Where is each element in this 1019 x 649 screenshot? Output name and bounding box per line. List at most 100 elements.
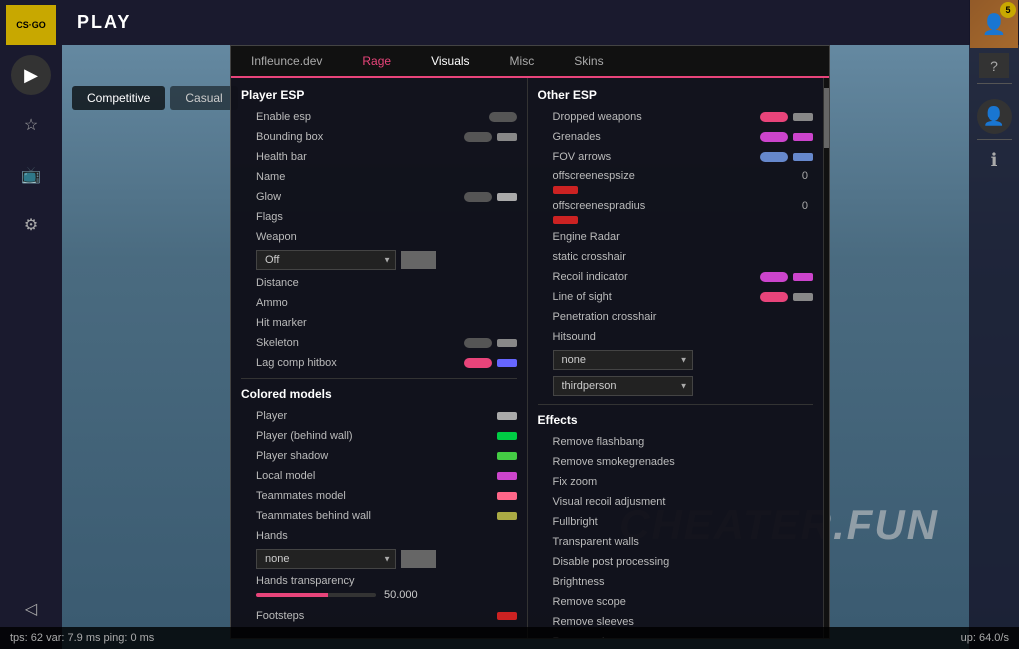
weapon-dropdown[interactable]: Off On [256,250,396,270]
grenades-toggle[interactable] [760,132,788,142]
name-label: Name [241,171,517,183]
player-color-swatch[interactable] [497,412,517,420]
footsteps-color[interactable] [497,612,517,620]
hands-transparency-slider[interactable] [256,593,376,597]
thirdperson-dropdown[interactable]: thirdperson On [553,376,693,396]
footsteps-label: Footsteps [241,610,492,622]
hitsound-dropdown-row: none 1 2 3 [538,350,814,370]
bounding-box-color[interactable] [497,133,517,141]
user-profile-button[interactable]: 👤 [977,99,1012,134]
setting-static-crosshair: static crosshair [538,250,814,264]
setting-line-of-sight: Line of sight [538,290,814,304]
scrollbar[interactable] [824,78,829,638]
dropped-weapons-toggle[interactable] [760,112,788,122]
skeleton-toggle[interactable] [464,338,492,348]
enable-esp-toggle[interactable] [489,112,517,122]
setting-enable-esp: Enable esp [241,110,517,124]
glow-color[interactable] [497,193,517,201]
setting-transparent-walls: Transparent walls [538,535,814,549]
cs-go-logo: CS·GO [6,5,56,45]
offscreenespradius-label: offscreenespradius [553,200,802,212]
watch-icon[interactable]: 📺 [11,155,51,195]
setting-remove-flashbang: Remove flashbang [538,435,814,449]
glow-toggle[interactable] [464,192,492,202]
setting-remove-smokegrenades: Remove smokegrenades [538,455,814,469]
remove-scope-label: Remove scope [538,596,814,608]
fov-arrows-color[interactable] [793,153,813,161]
setting-remove-scope: Remove scope [538,595,814,609]
setting-distance: Distance [241,276,517,290]
fix-zoom-label: Fix zoom [538,476,814,488]
tab-visuals[interactable]: Visuals [411,46,489,78]
teammates-model-color[interactable] [497,492,517,500]
settings-icon[interactable]: ⚙ [11,205,51,245]
lag-comp-hitbox-toggle[interactable] [464,358,492,368]
brightness-label: Brightness [538,576,814,588]
casual-tab[interactable]: Casual [170,86,237,110]
recoil-indicator-color[interactable] [793,273,813,281]
flags-label: Flags [241,211,517,223]
divider-1 [241,378,517,379]
recoil-indicator-label: Recoil indicator [538,271,756,283]
tab-influence[interactable]: Infleunce.dev [231,46,342,76]
bounding-box-toggle[interactable] [464,132,492,142]
grenades-label: Grenades [538,131,756,143]
setting-player-color: Player [241,409,517,423]
weapon-dropdown-container[interactable]: Off On [256,250,396,270]
line-of-sight-color[interactable] [793,293,813,301]
tab-skins[interactable]: Skins [554,46,623,76]
player-behind-wall-color[interactable] [497,432,517,440]
lag-comp-hitbox-color[interactable] [497,359,517,367]
player-color-label: Player [241,410,492,422]
scrollbar-thumb[interactable] [824,88,829,148]
local-model-color[interactable] [497,472,517,480]
player-behind-wall-label: Player (behind wall) [241,430,492,442]
offscreenespradius-color[interactable] [553,216,578,224]
hitsound-dropdown-container[interactable]: none 1 2 3 [553,350,693,370]
setting-grenades: Grenades [538,130,814,144]
setting-skeleton: Skeleton [241,336,517,350]
setting-flags: Flags [241,210,517,224]
offscreenespsize-label: offscreenespsize [553,170,802,182]
teammates-behind-wall-color[interactable] [497,512,517,520]
setting-glow: Glow [241,190,517,204]
setting-player-shadow: Player shadow [241,449,517,463]
distance-label: Distance [241,277,517,289]
setting-hit-marker: Hit marker [241,316,517,330]
setting-dropped-weapons: Dropped weapons [538,110,814,124]
play-button[interactable]: ▶ [11,55,51,95]
hands-dropdown[interactable]: none On [256,549,396,569]
remove-flashbang-label: Remove flashbang [538,436,814,448]
offscreenespradius-color-row [538,216,814,224]
player-shadow-color[interactable] [497,452,517,460]
weapon-color-btn[interactable] [401,251,436,269]
glow-label: Glow [241,191,459,203]
setting-fov-arrows: FOV arrows [538,150,814,164]
hands-color-btn[interactable] [401,550,436,568]
grenades-color[interactable] [793,133,813,141]
static-crosshair-label: static crosshair [538,251,814,263]
remove-smokegrenades-label: Remove smokegrenades [538,456,814,468]
teammates-behind-wall-label: Teammates behind wall [241,510,492,522]
hitsound-dropdown[interactable]: none 1 2 3 [553,350,693,370]
hands-dropdown-container[interactable]: none On [256,549,396,569]
skeleton-color[interactable] [497,339,517,347]
info-icon[interactable]: ℹ [991,150,998,171]
offscreenespsize-color[interactable] [553,186,578,194]
inventory-icon[interactable]: ☆ [11,105,51,145]
player-shadow-label: Player shadow [241,450,492,462]
tab-rage[interactable]: Rage [342,46,411,76]
user-avatar[interactable]: 5 👤 [970,0,1018,48]
dropped-weapons-color[interactable] [793,113,813,121]
competitive-tab[interactable]: Competitive [72,86,165,110]
tab-misc[interactable]: Misc [490,46,555,76]
recoil-indicator-toggle[interactable] [760,272,788,282]
thirdperson-dropdown-container[interactable]: thirdperson On [553,376,693,396]
back-icon[interactable]: ◁ [11,589,51,629]
help-button[interactable]: ? [979,53,1009,78]
fov-arrows-toggle[interactable] [760,152,788,162]
fov-arrows-label: FOV arrows [538,151,756,163]
offscreenespsize-color-row [538,186,814,194]
health-bar-label: Health bar [241,151,517,163]
line-of-sight-toggle[interactable] [760,292,788,302]
